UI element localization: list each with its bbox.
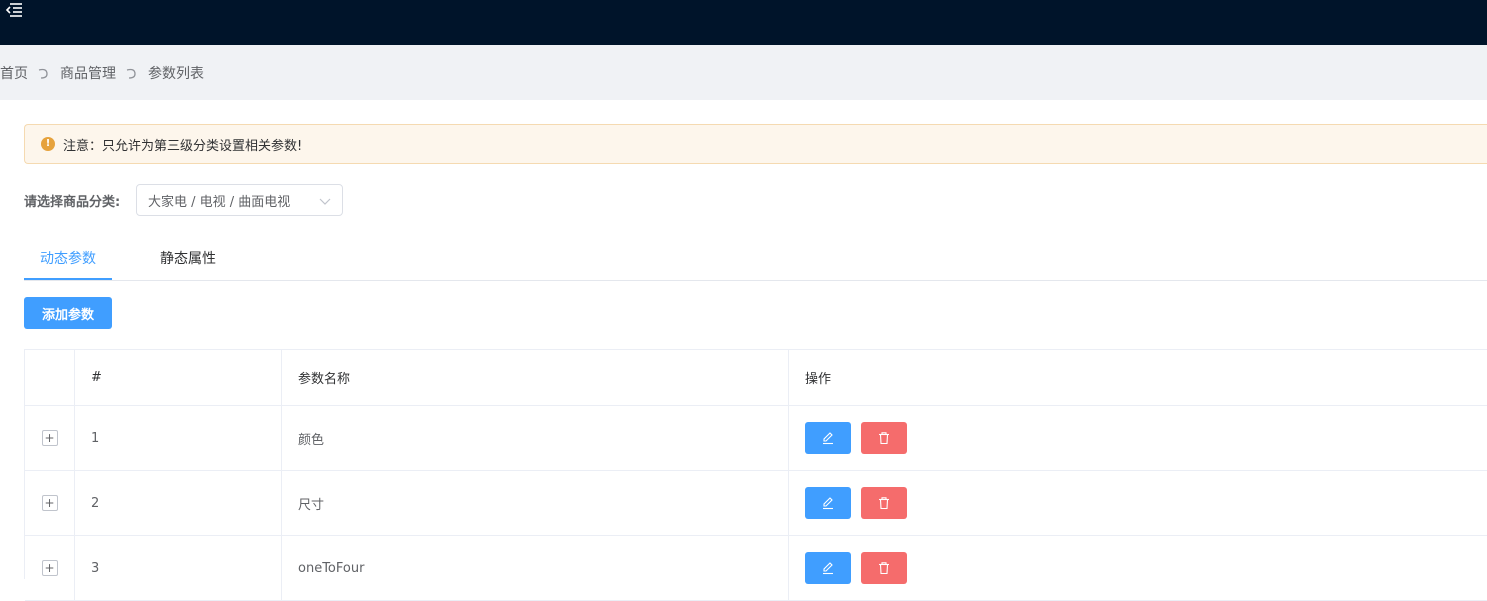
edit-button[interactable] (805, 552, 851, 584)
row-actions (789, 406, 1487, 470)
delete-button[interactable] (861, 422, 907, 454)
cascader-value: 大家电 / 电视 / 曲面电视 (148, 194, 291, 210)
table-row: + 3 oneToFour (25, 536, 1487, 601)
chevron-down-icon (318, 193, 332, 207)
table-row: + 2 尺寸 (25, 471, 1487, 536)
row-actions (789, 536, 1487, 600)
params-table: # 参数名称 操作 + 1 颜色 + 2 尺寸 + 3 oneToFour (24, 349, 1487, 601)
table-row: + 1 颜色 (25, 406, 1487, 471)
trash-icon (879, 497, 889, 510)
header-param-name: 参数名称 (282, 350, 789, 405)
trash-icon (879, 562, 889, 575)
row-index: 2 (75, 471, 282, 535)
row-param-name: 尺寸 (282, 471, 789, 535)
edit-button[interactable] (805, 422, 851, 454)
edit-button[interactable] (805, 487, 851, 519)
trash-icon (879, 432, 889, 445)
row-actions (789, 471, 1487, 535)
delete-button[interactable] (861, 487, 907, 519)
tab-static-attrs[interactable]: 静态属性 (160, 240, 216, 280)
breadcrumb: 首页 商品管理 参数列表 (0, 63, 204, 83)
edit-icon (823, 562, 833, 575)
menu-fold-icon[interactable] (4, 1, 24, 21)
active-tab-indicator (24, 278, 112, 280)
edit-icon (823, 432, 833, 445)
top-header (0, 0, 1487, 45)
warning-alert: ! 注意：只允许为第三级分类设置相关参数! (24, 124, 1487, 164)
row-param-name: oneToFour (282, 536, 789, 600)
row-index: 3 (75, 536, 282, 600)
expand-cell: + (25, 471, 75, 535)
category-cascader[interactable]: 大家电 / 电视 / 曲面电视 (136, 184, 343, 216)
tab-dynamic-params[interactable]: 动态参数 (40, 240, 96, 280)
row-index: 1 (75, 406, 282, 470)
curved-arrow-icon (125, 66, 139, 80)
breadcrumb-item-goods[interactable]: 商品管理 (60, 63, 116, 83)
expand-cell: + (25, 536, 75, 600)
curved-arrow-icon (37, 66, 51, 80)
header-index: # (75, 350, 282, 405)
table-header-row: # 参数名称 操作 (25, 350, 1487, 406)
header-actions: 操作 (805, 372, 832, 387)
warning-circle-icon: ! (41, 137, 55, 151)
breadcrumb-bar: 首页 商品管理 参数列表 (0, 45, 1487, 100)
category-label: 请选择商品分类: (24, 195, 121, 210)
breadcrumb-item-home[interactable]: 首页 (0, 63, 28, 83)
delete-button[interactable] (861, 552, 907, 584)
expand-plus-icon[interactable]: + (41, 495, 58, 511)
edit-icon (823, 497, 833, 510)
expand-plus-icon[interactable]: + (41, 430, 58, 446)
header-expand (25, 350, 75, 405)
expand-plus-icon[interactable]: + (41, 560, 58, 576)
add-param-button[interactable]: 添加参数 (24, 297, 112, 329)
param-tabs: 动态参数 静态属性 (24, 240, 1487, 281)
breadcrumb-item-params: 参数列表 (148, 66, 204, 82)
row-param-name: 颜色 (282, 406, 789, 470)
expand-cell: + (25, 406, 75, 470)
alert-text: 注意：只允许为第三级分类设置相关参数! (63, 138, 303, 154)
